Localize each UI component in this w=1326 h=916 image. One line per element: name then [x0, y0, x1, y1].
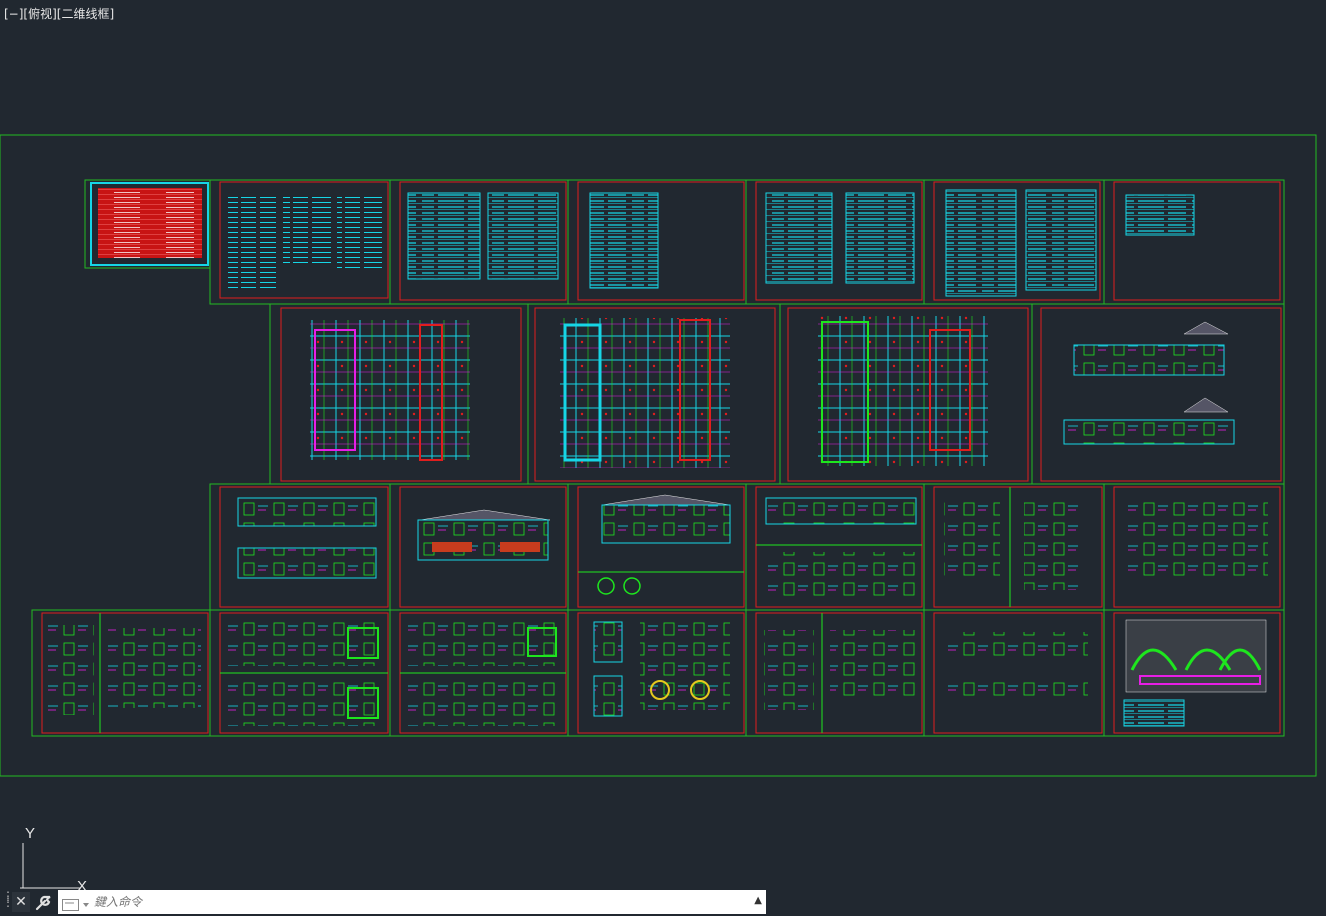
command-prompt-icon[interactable] [62, 896, 92, 911]
sheet-design-notes[interactable] [209, 179, 391, 305]
sheet-floor-plan-1[interactable] [269, 303, 529, 485]
sheet-details-9[interactable] [923, 609, 1105, 737]
sheet-equipment-table-1[interactable] [389, 179, 569, 305]
ucs-icon [20, 843, 80, 889]
viewport-menu-button[interactable]: [−] [4, 7, 23, 21]
sheet-equipment-table-3[interactable] [745, 179, 925, 305]
sheet-details-3[interactable] [1103, 483, 1285, 611]
ucs-y-label: Y [25, 825, 35, 842]
sheet-equipment-table-5[interactable] [1103, 179, 1285, 305]
sheet-details-4[interactable] [31, 609, 211, 737]
command-input-box[interactable]: ▲ [58, 890, 766, 914]
sheet-drawing-index[interactable] [84, 179, 211, 269]
sheet-equipment-layout[interactable] [1103, 609, 1285, 737]
view-cube-menu-button[interactable]: [俯视] [23, 7, 56, 21]
viewport-controls: [−][俯视][二维线框] [4, 5, 114, 22]
sheet-details-8[interactable] [745, 609, 925, 737]
drawing-canvas[interactable]: Y X [0, 0, 1326, 916]
sheet-sections[interactable] [1031, 303, 1285, 485]
sheet-equipment-table-2[interactable] [567, 179, 747, 305]
close-icon[interactable]: ✕ [12, 892, 30, 912]
sheet-details-1[interactable] [745, 483, 925, 611]
sheet-elevation-1[interactable] [209, 483, 391, 611]
command-input[interactable] [94, 890, 734, 914]
sheet-details-2[interactable] [923, 483, 1105, 611]
sheet-details-7[interactable] [567, 609, 747, 737]
sheet-elevation-2[interactable] [389, 483, 569, 611]
chevron-up-icon[interactable]: ▲ [754, 895, 762, 906]
sheet-equipment-table-4[interactable] [923, 179, 1105, 305]
grip-handle-icon[interactable]: ⋮ ⋮ [2, 890, 14, 911]
sheet-elevation-3[interactable] [567, 483, 747, 611]
command-line-bar: ⋮⋮ ✕ ▲ [0, 888, 768, 916]
wrench-icon[interactable] [33, 892, 55, 912]
sheet-floor-plan-2[interactable] [527, 303, 781, 485]
sheet-details-6[interactable] [389, 609, 569, 737]
sheet-details-5[interactable] [209, 609, 391, 737]
visual-style-menu-button[interactable]: [二维线框] [57, 7, 114, 21]
sheet-floor-plan-3[interactable] [779, 303, 1033, 485]
